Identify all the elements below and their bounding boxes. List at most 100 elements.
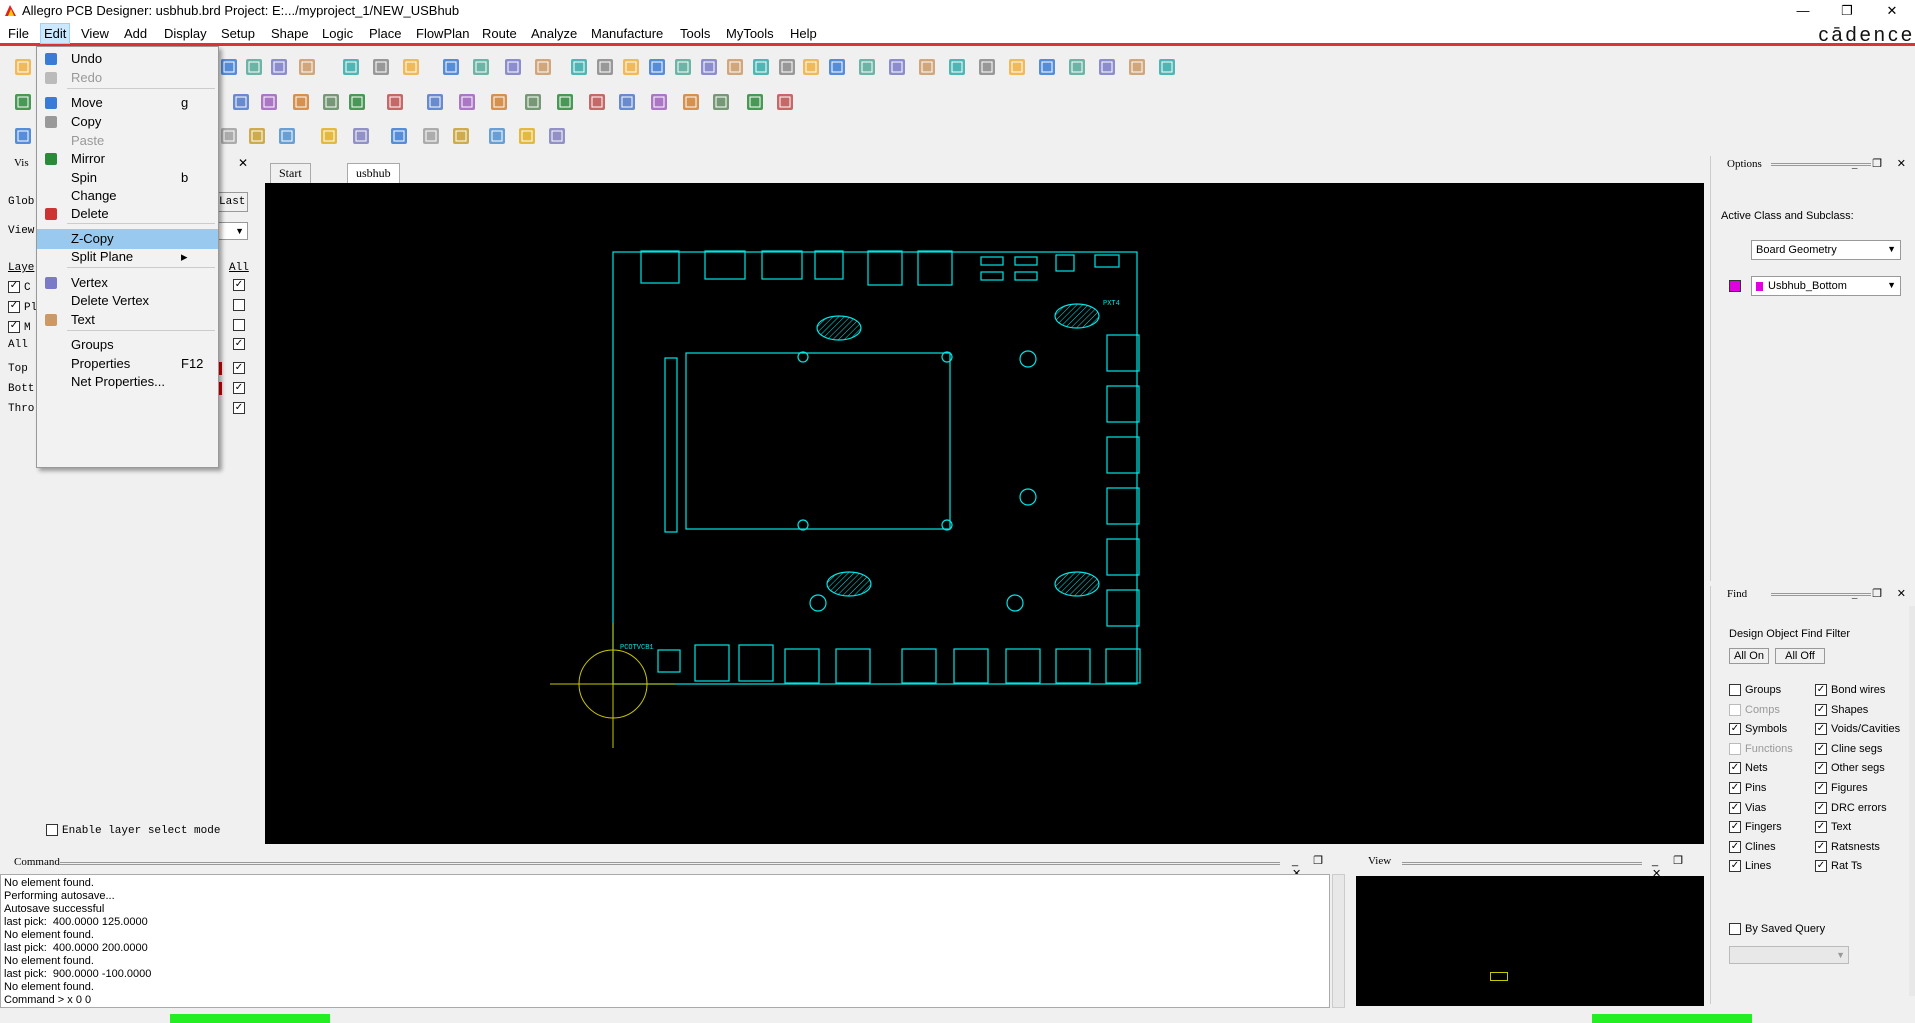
menu-tools[interactable]: Tools [680,26,710,41]
all-checkbox[interactable]: ✓ [233,362,245,374]
edit-menu-item-spin[interactable]: Spin b [37,168,218,188]
edit-menu-item-redo[interactable]: Redo [37,68,218,88]
command-grip[interactable] [60,862,1280,865]
toolbar-icon-button[interactable] [424,91,446,113]
toolbar-icon-button[interactable] [648,91,670,113]
find-filter-checkbox[interactable]: ✓ [1815,860,1827,873]
toolbar-icon-button[interactable] [616,91,638,113]
find-filter-nets[interactable]: ✓ Nets [1729,762,1768,775]
command-log[interactable]: No element found. Performing autosave...… [0,874,1330,1008]
menu-file[interactable]: File [8,26,29,41]
find-filter-functions[interactable]: Functions [1729,743,1793,755]
menu-edit[interactable]: Edit [40,23,71,44]
menu-place[interactable]: Place [369,26,402,41]
find-filter-checkbox[interactable]: ✓ [1815,723,1827,736]
restore-button[interactable]: ❐ [1827,1,1867,21]
toolbar-icon-button[interactable] [218,125,240,147]
command-scrollbar[interactable] [1332,874,1345,1008]
find-pane-buttons[interactable]: _ ❐ ✕ [1852,587,1912,600]
find-filter-comps[interactable]: Comps [1729,704,1780,716]
edit-menu-item-copy[interactable]: Copy [37,112,218,132]
all-checkbox[interactable]: ✓ [233,338,245,350]
menu-analyze[interactable]: Analyze [531,26,577,41]
toolbar-icon-button[interactable] [646,56,668,78]
toolbar-icon-button[interactable] [1006,56,1028,78]
toolbar-icon-button[interactable] [470,56,492,78]
find-filter-checkbox[interactable] [1729,703,1741,716]
toolbar-icon-button[interactable] [774,91,796,113]
find-filter-checkbox[interactable]: ✓ [1729,801,1741,814]
vis-checkbox[interactable]: ✓ [8,321,20,333]
toolbar-icon-button[interactable] [856,56,878,78]
find-filter-clines[interactable]: ✓ Clines [1729,841,1776,853]
find-filter-bond-wires[interactable]: ✓ Bond wires [1815,684,1885,697]
find-filter-checkbox[interactable]: ✓ [1729,821,1741,834]
toolbar-icon-button[interactable] [976,56,998,78]
toolbar-icon-button[interactable] [268,56,290,78]
edit-menu-item-delete[interactable]: Delete [37,204,218,224]
edit-menu-item-undo[interactable]: Undo [37,49,218,69]
find-filter-lines[interactable]: ✓ Lines [1729,860,1771,873]
find-filter-checkbox[interactable]: ✓ [1815,782,1827,795]
toolbar-icon-button[interactable] [1156,56,1178,78]
find-filter-figures[interactable]: ✓ Figures [1815,782,1868,795]
edit-menu-item-properties[interactable]: Properties F12 [37,354,218,374]
toolbar-icon-button[interactable] [620,56,642,78]
toolbar-icon-button[interactable] [243,56,265,78]
enable-layer-select-checkbox[interactable] [46,824,58,836]
toolbar-icon-button[interactable] [488,91,510,113]
find-scrollbar[interactable] [1909,606,1915,996]
toolbar-icon-button[interactable] [1126,56,1148,78]
toolbar-icon-button[interactable] [532,56,554,78]
toolbar-icon-button[interactable] [12,56,34,78]
vis-checkbox[interactable]: ✓ [8,281,20,293]
toolbar-icon-button[interactable] [724,56,746,78]
find-filter-checkbox[interactable]: ✓ [1729,860,1741,873]
view-grip[interactable] [1402,862,1642,865]
edit-menu-item-change[interactable]: Change [37,186,218,206]
options-pane-buttons[interactable]: _ ❐ ✕ [1852,157,1912,170]
find-filter-other-segs[interactable]: ✓ Other segs [1815,762,1885,775]
menu-route[interactable]: Route [482,26,517,41]
close-button[interactable]: ✕ [1872,1,1912,21]
find-filter-vias[interactable]: ✓ Vias [1729,802,1766,814]
edit-menu-item-groups[interactable]: Groups [37,335,218,355]
edit-menu-item-vertex[interactable]: Vertex [37,273,218,293]
find-filter-checkbox[interactable]: ✓ [1815,684,1827,697]
minimize-button[interactable]: — [1783,1,1823,21]
toolbar-icon-button[interactable] [554,91,576,113]
find-filter-checkbox[interactable]: ✓ [1729,723,1741,736]
saved-query-dropdown[interactable]: ▼ [1729,946,1849,964]
toolbar-icon-button[interactable] [586,91,608,113]
toolbar-icon-button[interactable] [698,56,720,78]
menu-logic[interactable]: Logic [322,26,353,41]
all-checkbox[interactable]: ✓ [233,279,245,291]
toolbar-icon-button[interactable] [246,125,268,147]
find-filter-fingers[interactable]: ✓ Fingers [1729,821,1782,834]
toolbar-icon-button[interactable] [800,56,822,78]
toolbar-icon-button[interactable] [516,125,538,147]
enable-layer-select[interactable]: Enable layer select mode [46,824,220,837]
toolbar-icon-button[interactable] [218,56,240,78]
edit-menu-item-z-copy[interactable]: Z-Copy [37,229,218,249]
find-filter-cline-segs[interactable]: ✓ Cline segs [1815,743,1882,755]
toolbar-icon-button[interactable] [826,56,848,78]
toolbar-icon-button[interactable] [1036,56,1058,78]
toolbar-icon-button[interactable] [776,56,798,78]
toolbar-icon-button[interactable] [346,91,368,113]
find-filter-checkbox[interactable]: ✓ [1815,840,1827,853]
toolbar-icon-button[interactable] [12,125,34,147]
all-checkbox[interactable]: ✓ [233,402,245,414]
find-filter-text[interactable]: ✓ Text [1815,821,1851,834]
edit-menu-item-text[interactable]: Text [37,310,218,330]
toolbar-icon-button[interactable] [710,91,732,113]
find-filter-checkbox[interactable]: ✓ [1815,801,1827,814]
toolbar-icon-button[interactable] [546,125,568,147]
toolbar-icon-button[interactable] [388,125,410,147]
find-filter-checkbox[interactable]: ✓ [1815,742,1827,755]
toolbar-icon-button[interactable] [594,56,616,78]
edit-menu-item-mirror[interactable]: Mirror [37,149,218,169]
find-filter-checkbox[interactable] [1729,684,1741,697]
find-filter-drc-errors[interactable]: ✓ DRC errors [1815,802,1887,814]
find-filter-checkbox[interactable]: ✓ [1815,762,1827,775]
